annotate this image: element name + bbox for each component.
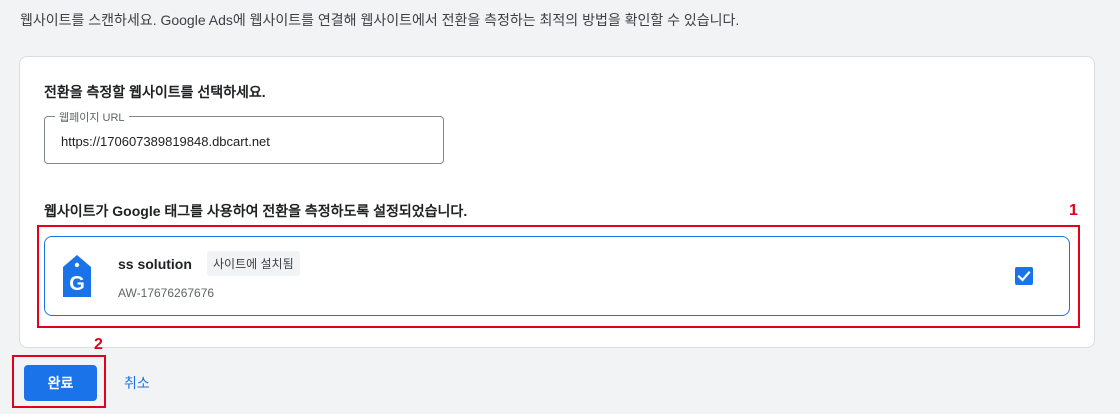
url-field-value[interactable]: https://170607389819848.dbcart.net: [61, 134, 270, 149]
select-website-title: 전환을 측정할 웹사이트를 선택하세요.: [44, 84, 266, 100]
svg-text:G: G: [69, 273, 85, 295]
url-field-label: 웹페이지 URL: [55, 109, 129, 125]
cancel-button[interactable]: 취소: [114, 365, 160, 401]
annotation-number-1: 1: [1069, 202, 1078, 219]
done-button[interactable]: 완료: [24, 365, 97, 401]
google-tag-icon: G: [61, 253, 93, 299]
annotation-number-2: 2: [94, 336, 103, 353]
tag-name: ss solution: [118, 256, 192, 272]
tag-setup-title: 웹사이트가 Google 태그를 사용하여 전환을 측정하도록 설정되었습니다.: [44, 203, 468, 219]
tag-id: AW-17676267676: [118, 286, 215, 300]
tag-checkbox[interactable]: [1015, 267, 1033, 285]
checkmark-icon: [1017, 270, 1031, 282]
intro-text: 웹사이트를 스캔하세요. Google Ads에 웹사이트를 연결해 웹사이트에…: [20, 12, 740, 28]
google-tag-row[interactable]: G ss solution 사이트에 설치됨 AW-17676267676: [44, 236, 1070, 316]
webpage-url-field[interactable]: 웹페이지 URL https://170607389819848.dbcart.…: [44, 109, 444, 164]
installed-badge: 사이트에 설치됨: [207, 251, 300, 276]
